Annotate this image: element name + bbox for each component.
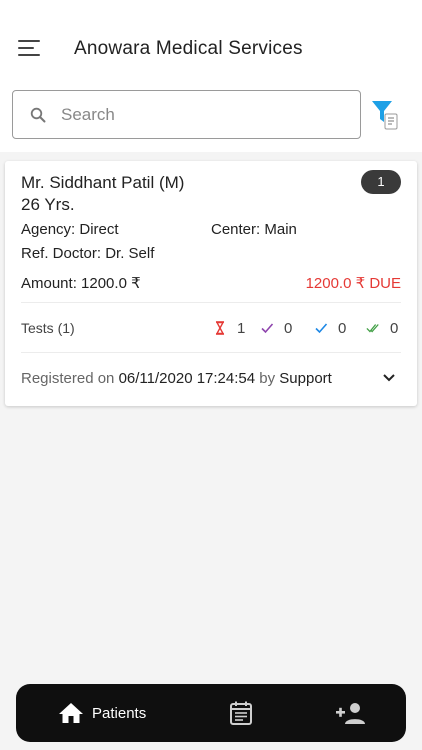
bottom-nav: Patients	[16, 684, 406, 742]
pending-count: 1	[237, 319, 246, 337]
chevron-down-icon[interactable]	[382, 373, 396, 383]
search-box[interactable]	[12, 90, 361, 139]
check-icon	[315, 323, 328, 334]
search-bar-area	[0, 78, 422, 152]
pending-stat: 1	[213, 318, 245, 338]
app-title: Anowara Medical Services	[74, 38, 303, 59]
registered-prefix: Registered on	[21, 370, 115, 387]
approved-stat: 0	[260, 318, 292, 338]
double-check-icon	[366, 324, 379, 333]
search-input[interactable]	[61, 102, 351, 128]
filter-icon[interactable]	[371, 100, 399, 130]
checked-count: 0	[338, 319, 347, 337]
add-person-icon	[336, 703, 365, 724]
tests-label: Tests (1)	[21, 320, 75, 336]
hamburger-menu-icon[interactable]	[18, 40, 40, 58]
nav-calendar[interactable]	[229, 684, 253, 742]
due-amount: 1200.0 ₹ DUE	[305, 275, 401, 292]
divider	[21, 352, 401, 353]
checked-stat: 0	[314, 318, 346, 338]
registered-info: Registered on 06/11/2020 17:24:54 by Sup…	[21, 370, 332, 387]
calendar-icon	[230, 701, 252, 725]
home-icon	[59, 703, 83, 723]
patient-name: Mr. Siddhant Patil (M)	[21, 173, 185, 192]
app-header: Anowara Medical Services	[0, 0, 422, 78]
approved-count: 0	[284, 319, 293, 337]
completed-count: 0	[390, 319, 399, 337]
agency-text: Agency: Direct	[21, 221, 119, 238]
registered-by: Support	[279, 370, 332, 387]
completed-stat: 0	[366, 318, 398, 338]
check-icon	[261, 323, 274, 334]
patient-card[interactable]: Mr. Siddhant Patil (M) 26 Yrs. 1 Agency:…	[5, 161, 417, 406]
divider	[21, 302, 401, 303]
center-text: Center: Main	[211, 221, 297, 238]
registered-date: 06/11/2020 17:24:54	[118, 370, 256, 387]
nav-add-patient[interactable]	[336, 684, 366, 742]
registered-by-word: by	[259, 370, 276, 387]
test-count-badge: 1	[361, 170, 401, 194]
hourglass-icon	[215, 321, 225, 335]
amount-text: Amount: 1200.0 ₹	[21, 275, 141, 292]
ref-doctor-text: Ref. Doctor: Dr. Self	[21, 245, 155, 262]
patient-age: 26 Yrs.	[21, 195, 75, 214]
search-icon	[30, 107, 46, 123]
nav-patients-label: Patients	[92, 704, 147, 722]
nav-patients[interactable]: Patients	[58, 684, 146, 742]
